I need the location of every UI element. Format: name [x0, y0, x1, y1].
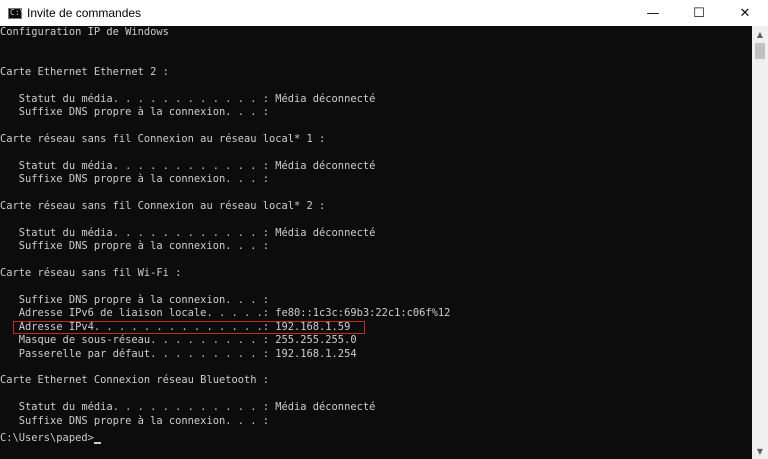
console-line: Suffixe DNS propre à la connexion. . . : [0, 294, 269, 306]
console-line: Carte réseau sans fil Wi-Fi : [0, 267, 182, 280]
console-line: Adresse IPv6 de liaison locale. . . . .:… [0, 307, 451, 320]
console-line: Suffixe DNS propre à la connexion. . . : [0, 240, 269, 253]
maximize-icon: ☐ [693, 5, 705, 21]
console-line: Configuration IP de Windows [0, 26, 169, 38]
console-line: Statut du média. . . . . . . . . . . . :… [0, 401, 376, 414]
console-line: Suffixe DNS propre à la connexion. . . : [0, 414, 269, 427]
scroll-down-icon[interactable]: ▼ [752, 443, 768, 459]
window-controls: — ☐ ✕ [630, 0, 768, 26]
close-icon: ✕ [739, 5, 751, 21]
console-line: Passerelle par défaut. . . . . . . . . :… [0, 347, 357, 360]
terminal-icon: C:\ [8, 7, 25, 19]
console-line: Adresse IPv4. . . . . . . . . . . . . .:… [0, 320, 351, 333]
console-line: Carte Ethernet Connexion réseau Bluetoot… [0, 374, 269, 387]
scroll-up-icon[interactable]: ▲ [752, 26, 768, 42]
console-line: Carte réseau sans fil Connexion au résea… [0, 133, 326, 146]
console-line: Statut du média. . . . . . . . . . . . :… [0, 160, 376, 172]
prompt-text: C:\Users\paped> [0, 432, 94, 444]
console-line: Suffixe DNS propre à la connexion. . . : [0, 106, 269, 119]
window-title: Invite de commandes [27, 6, 142, 20]
console-line: Statut du média. . . . . . . . . . . . :… [0, 93, 376, 105]
maximize-button[interactable]: ☐ [676, 0, 722, 26]
command-prompt[interactable]: C:\Users\paped> [0, 432, 101, 445]
vertical-scrollbar[interactable]: ▲ ▼ [752, 26, 768, 459]
console-line: Statut du média. . . . . . . . . . . . :… [0, 227, 376, 239]
minimize-button[interactable]: — [630, 0, 676, 26]
minimize-icon: — [646, 5, 660, 21]
console-line: Carte réseau sans fil Connexion au résea… [0, 200, 326, 213]
console-output[interactable]: Configuration IP de Windows Carte Etherne… [0, 26, 752, 459]
text-cursor [93, 442, 101, 444]
scroll-thumb[interactable] [755, 43, 765, 59]
title-bar[interactable]: C:\ Invite de commandes — ☐ ✕ [0, 0, 768, 26]
console-line: Masque de sous-réseau. . . . . . . . . :… [0, 334, 357, 347]
console-line: Suffixe DNS propre à la connexion. . . : [0, 173, 269, 186]
close-button[interactable]: ✕ [722, 0, 768, 26]
console-line: Carte Ethernet Ethernet 2 : [0, 66, 169, 79]
